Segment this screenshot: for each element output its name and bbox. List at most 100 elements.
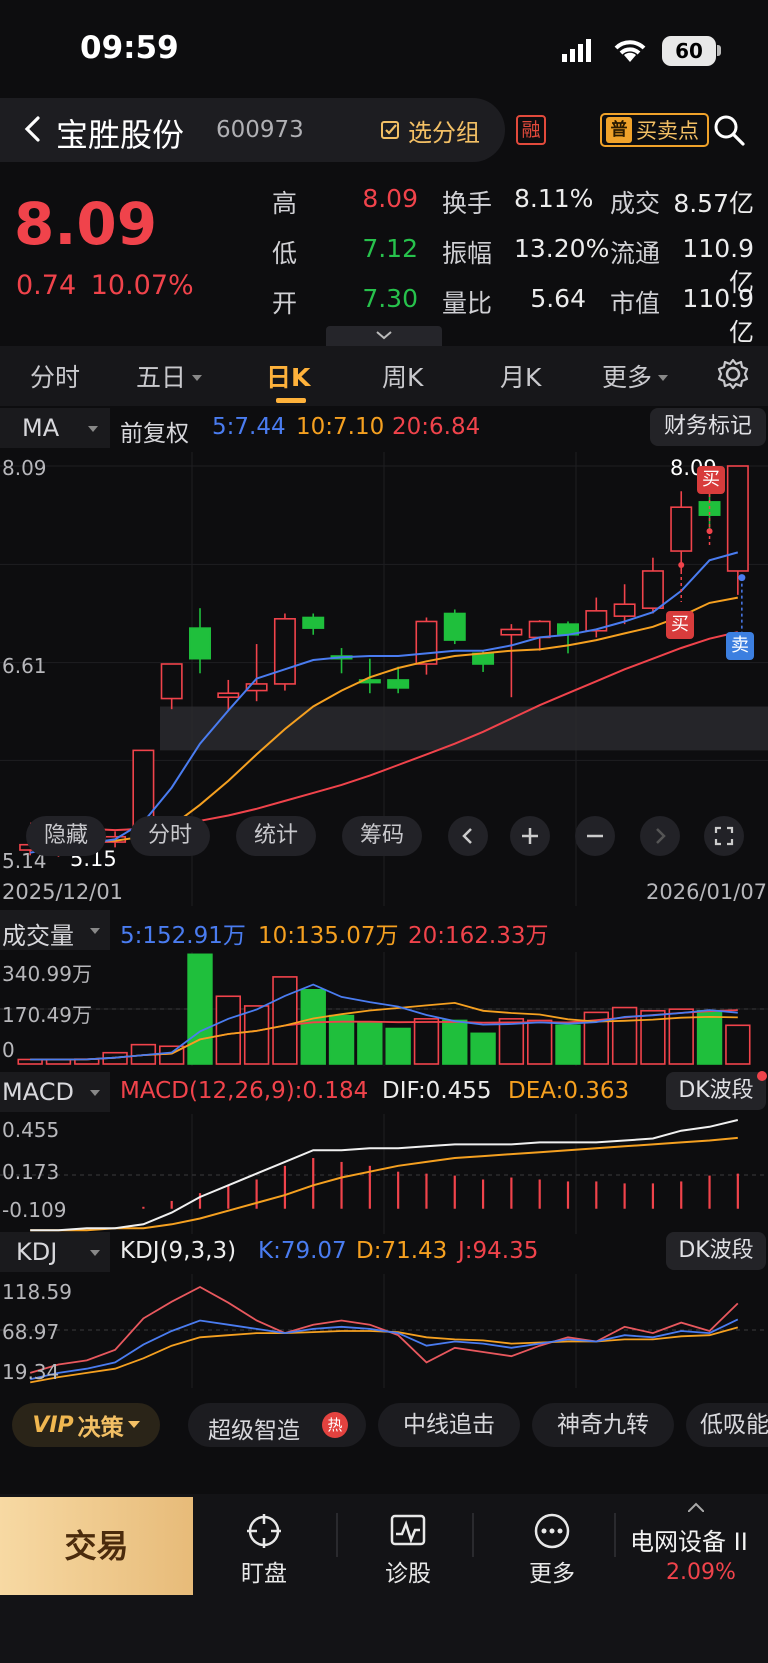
tab-1[interactable]: 五日 xyxy=(136,358,203,394)
kdj-indicator-select[interactable]: KDJ xyxy=(0,1232,110,1272)
indicator-name: MA xyxy=(22,414,60,442)
stock-name: 宝胜股份 xyxy=(56,116,185,154)
macd-dk-wave-button[interactable]: DK波段 xyxy=(666,1072,766,1110)
dea-value: DEA:0.363 xyxy=(508,1078,630,1104)
kdj-chart[interactable] xyxy=(0,1274,768,1388)
margin-trading-badge[interactable]: 融 xyxy=(516,115,546,145)
zoom-out-button[interactable] xyxy=(575,816,615,856)
more-nav-item[interactable]: 更多 xyxy=(512,1512,592,1588)
ma5-value: 5:7.44 xyxy=(212,414,286,440)
vip-decision-button[interactable]: VIP 决策 xyxy=(12,1403,160,1447)
strategy-chip[interactable]: 超级智造 热 xyxy=(188,1403,366,1447)
volume-bar xyxy=(243,1005,270,1065)
candle-body xyxy=(641,570,664,609)
finance-marker-button[interactable]: 财务标记 xyxy=(650,408,766,446)
buy-signal-dot xyxy=(678,561,685,568)
quote-stat-label: 高 xyxy=(272,189,298,218)
battery-cap xyxy=(717,45,721,56)
change-amount: 0.74 xyxy=(16,270,77,301)
nav-divider xyxy=(614,1513,616,1557)
hide-button[interactable]: 隐藏 xyxy=(26,816,106,856)
gear-icon[interactable] xyxy=(716,357,750,391)
quote-stat-label: 低 xyxy=(272,239,298,268)
caret-down-icon xyxy=(90,1250,100,1256)
indicator-select[interactable]: MA xyxy=(0,408,110,448)
date-axis-end: 2026/01/07 xyxy=(646,880,768,904)
plus-icon xyxy=(522,828,538,844)
tab-2[interactable]: 日K xyxy=(266,358,310,394)
tab-0[interactable]: 分时 xyxy=(30,358,80,394)
expand-quote-handle[interactable] xyxy=(326,326,442,346)
zoom-in-button[interactable] xyxy=(510,816,550,856)
support-zone-band xyxy=(160,706,768,751)
sector-name[interactable]: 电网设备 II xyxy=(630,1522,748,1557)
quote-stat-label: 流通 xyxy=(610,239,661,268)
buy-signal-dot xyxy=(706,528,713,535)
timeshare-button[interactable]: 分时 xyxy=(130,816,210,856)
volume-bar xyxy=(215,995,241,1065)
quote-stat-value: 5.64 xyxy=(530,284,586,313)
battery-indicator: 60 xyxy=(662,36,716,66)
watch-nav-item[interactable]: 盯盘 xyxy=(224,1512,304,1588)
volume-ma10: 10:135.07万 xyxy=(258,923,399,949)
ma10-value: 10:7.10 xyxy=(296,414,385,440)
volume-bar xyxy=(357,1021,383,1065)
stats-button[interactable]: 统计 xyxy=(236,816,316,856)
scroll-left-button[interactable] xyxy=(448,816,488,856)
candle-body xyxy=(500,628,523,636)
price-change: 0.74 10.07% xyxy=(16,270,194,301)
diagnose-nav-item[interactable]: 诊股 xyxy=(368,1512,448,1588)
macd-chart[interactable] xyxy=(0,1114,768,1234)
more-label: 更多 xyxy=(529,1561,575,1587)
search-icon[interactable] xyxy=(712,113,746,147)
sell-signal-tag[interactable]: 卖 xyxy=(726,632,754,660)
candle-body xyxy=(189,627,211,660)
buysell-points-button[interactable]: 普 买卖点 xyxy=(600,113,709,147)
stock-code: 600973 xyxy=(216,117,304,143)
volume-bar xyxy=(696,1009,723,1065)
volume-bar xyxy=(300,989,326,1065)
caret-down-icon xyxy=(658,375,669,381)
volume-ma5: 5:152.91万 xyxy=(120,923,246,949)
scroll-right-button[interactable] xyxy=(640,816,680,856)
candle-body xyxy=(528,620,551,639)
chips-button[interactable]: 筹码 xyxy=(342,816,422,856)
select-group-label: 选分组 xyxy=(408,118,480,147)
kdj-dk-wave-button[interactable]: DK波段 xyxy=(666,1232,766,1270)
minus-icon xyxy=(587,834,603,838)
chevron-left-icon xyxy=(462,828,472,844)
strategy-chip[interactable]: 神奇九转 xyxy=(532,1403,674,1447)
tab-label: 日K xyxy=(266,363,311,392)
macd-indicator-select[interactable]: MACD xyxy=(0,1072,110,1112)
strategy-chip[interactable]: 中线追击 xyxy=(378,1403,520,1447)
volume-title: 成交量 xyxy=(2,922,74,950)
price-axis-mid: 6.61 xyxy=(2,654,47,678)
tab-5[interactable]: 更多 xyxy=(602,358,669,394)
volume-bar xyxy=(725,1024,751,1065)
quote-stat-value: 7.30 xyxy=(362,284,418,313)
candle-body xyxy=(443,612,466,641)
macd-axis-top: 0.455 xyxy=(2,1118,60,1142)
volume-indicator-select[interactable]: 成交量 xyxy=(0,910,110,950)
tab-4[interactable]: 月K xyxy=(500,358,541,394)
volume-bar xyxy=(555,1024,581,1065)
buy-signal-tag[interactable]: 买 xyxy=(666,611,694,639)
kdj-axis-mid: 68.97 xyxy=(2,1320,60,1344)
tab-3[interactable]: 周K xyxy=(382,358,423,394)
trade-button[interactable]: 交易 xyxy=(0,1497,193,1595)
macd-value: MACD(12,26,9):0.184 xyxy=(120,1078,369,1104)
quote-stat-label: 量比 xyxy=(442,289,493,318)
select-group-button[interactable]: 选分组 xyxy=(380,113,480,147)
change-percent: 10.07% xyxy=(90,270,194,301)
volume-chart[interactable] xyxy=(0,952,768,1066)
checkbox-edit-icon xyxy=(381,121,399,139)
crosshair-icon xyxy=(247,1514,281,1548)
quote-stat-value: 110.9亿 xyxy=(682,284,754,347)
buy-signal-tag[interactable]: 买 xyxy=(697,466,725,494)
fullscreen-button[interactable] xyxy=(704,816,744,856)
adjust-mode[interactable]: 前复权 xyxy=(120,414,189,448)
candle-body xyxy=(273,618,296,685)
strategy-chip[interactable]: 低吸能 xyxy=(686,1403,768,1447)
cellular-signal-icon xyxy=(562,39,591,62)
back-arrow-icon[interactable] xyxy=(16,112,50,146)
